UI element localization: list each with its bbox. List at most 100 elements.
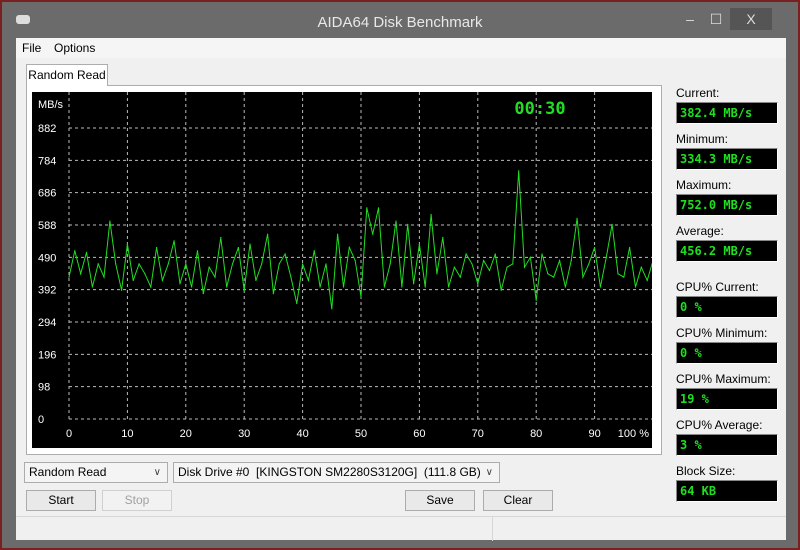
x-tick-label: 100 % <box>618 428 649 440</box>
tab-random-read[interactable]: Random Read <box>26 64 108 86</box>
clear-button[interactable]: Clear <box>483 490 553 511</box>
data-point <box>588 263 590 265</box>
minimum-value: 334.3 MB/s <box>676 148 778 170</box>
x-tick-label: 90 <box>588 428 600 440</box>
data-point <box>266 233 269 235</box>
data-point <box>605 256 607 258</box>
data-point <box>506 266 508 268</box>
close-button[interactable]: X <box>730 8 772 30</box>
data-point <box>366 207 368 209</box>
data-point <box>74 250 76 252</box>
drive-select-value: Disk Drive #0 [KINGSTON SM2280S3120G] (1… <box>178 465 481 479</box>
data-point <box>599 286 602 288</box>
x-tick-label: 30 <box>238 428 250 440</box>
data-point <box>535 299 537 301</box>
benchmark-chart: 0 98 196 294 392 490 588 686 784 882 0 10 20 30 40 50 60… <box>32 92 652 448</box>
data-point <box>120 289 123 291</box>
chevron-down-icon: ∨ <box>153 467 161 478</box>
data-point <box>553 276 555 278</box>
data-point <box>103 276 105 278</box>
data-point <box>453 266 456 268</box>
data-point <box>109 220 111 222</box>
data-point <box>500 289 502 291</box>
maximum-label: Maximum: <box>676 178 732 192</box>
data-point <box>617 273 619 275</box>
throughput-line <box>68 170 652 309</box>
data-point <box>401 286 403 288</box>
cpu-maximum-value: 19 % <box>676 388 778 410</box>
data-point <box>442 236 444 239</box>
data-point <box>237 246 239 249</box>
drive-select[interactable]: Disk Drive #0 [KINGSTON SM2280S3120G] (1… <box>173 462 500 483</box>
data-point <box>564 286 567 288</box>
x-tick-label: 0 <box>66 428 72 440</box>
data-point <box>214 276 216 278</box>
data-point <box>342 286 345 288</box>
data-point <box>208 266 210 268</box>
data-point <box>220 236 222 239</box>
y-tick-label: 0 <box>38 414 44 426</box>
data-point <box>80 273 82 275</box>
block-size-value: 64 KB <box>676 480 778 502</box>
data-point <box>412 283 415 285</box>
cpu-average-label: CPU% Average: <box>676 418 763 432</box>
data-point <box>202 293 204 295</box>
data-point <box>494 253 496 255</box>
stop-button[interactable]: Stop <box>102 490 172 511</box>
data-point <box>436 273 438 275</box>
data-point <box>126 243 128 245</box>
test-select[interactable]: Random Read ∨ <box>24 462 168 483</box>
data-point <box>296 302 298 305</box>
maximize-button[interactable]: ☐ <box>706 8 726 30</box>
data-point <box>331 308 333 310</box>
data-point <box>348 246 350 249</box>
data-point <box>173 240 175 242</box>
y-tick-label: 882 <box>38 123 56 135</box>
data-point <box>395 220 397 222</box>
data-point <box>576 217 578 220</box>
timer: 00:30 <box>514 99 565 119</box>
data-point <box>570 260 572 262</box>
data-point <box>132 279 134 282</box>
data-point <box>97 263 99 265</box>
menu-file[interactable]: File <box>22 41 41 55</box>
y-axis-label: MB/s <box>38 99 64 111</box>
data-point <box>185 263 187 265</box>
data-point <box>623 276 625 278</box>
data-point <box>407 223 409 225</box>
data-point <box>448 286 450 288</box>
data-point <box>629 246 631 249</box>
maximum-value: 752.0 MB/s <box>676 194 778 216</box>
x-tick-label: 10 <box>121 428 133 440</box>
data-point <box>290 276 292 278</box>
menu-options[interactable]: Options <box>54 41 95 55</box>
chevron-down-icon: ∨ <box>485 467 493 478</box>
data-point <box>115 263 117 265</box>
data-point <box>255 279 257 282</box>
x-tick-label: 50 <box>355 428 367 440</box>
data-point <box>138 263 140 265</box>
data-point <box>85 251 88 253</box>
start-button[interactable]: Start <box>26 490 96 511</box>
x-tick-label: 70 <box>472 428 484 440</box>
cpu-minimum-label: CPU% Minimum: <box>676 326 768 340</box>
data-point <box>512 263 514 265</box>
save-button[interactable]: Save <box>405 490 475 511</box>
data-point <box>278 263 280 265</box>
data-point <box>179 283 181 285</box>
y-tick-label: 98 <box>38 382 50 394</box>
x-tick-label: 40 <box>296 428 308 440</box>
data-point <box>523 266 526 268</box>
data-point <box>594 246 596 249</box>
data-point <box>167 263 169 265</box>
data-point <box>313 250 315 252</box>
data-point <box>646 279 648 282</box>
data-point <box>302 263 304 265</box>
y-tick-label: 392 <box>38 285 56 297</box>
data-point <box>231 263 234 265</box>
data-point <box>611 223 613 225</box>
data-point <box>377 207 380 209</box>
data-point <box>68 276 70 278</box>
x-tick-label: 20 <box>180 428 192 440</box>
minimize-button[interactable]: – <box>680 8 700 30</box>
